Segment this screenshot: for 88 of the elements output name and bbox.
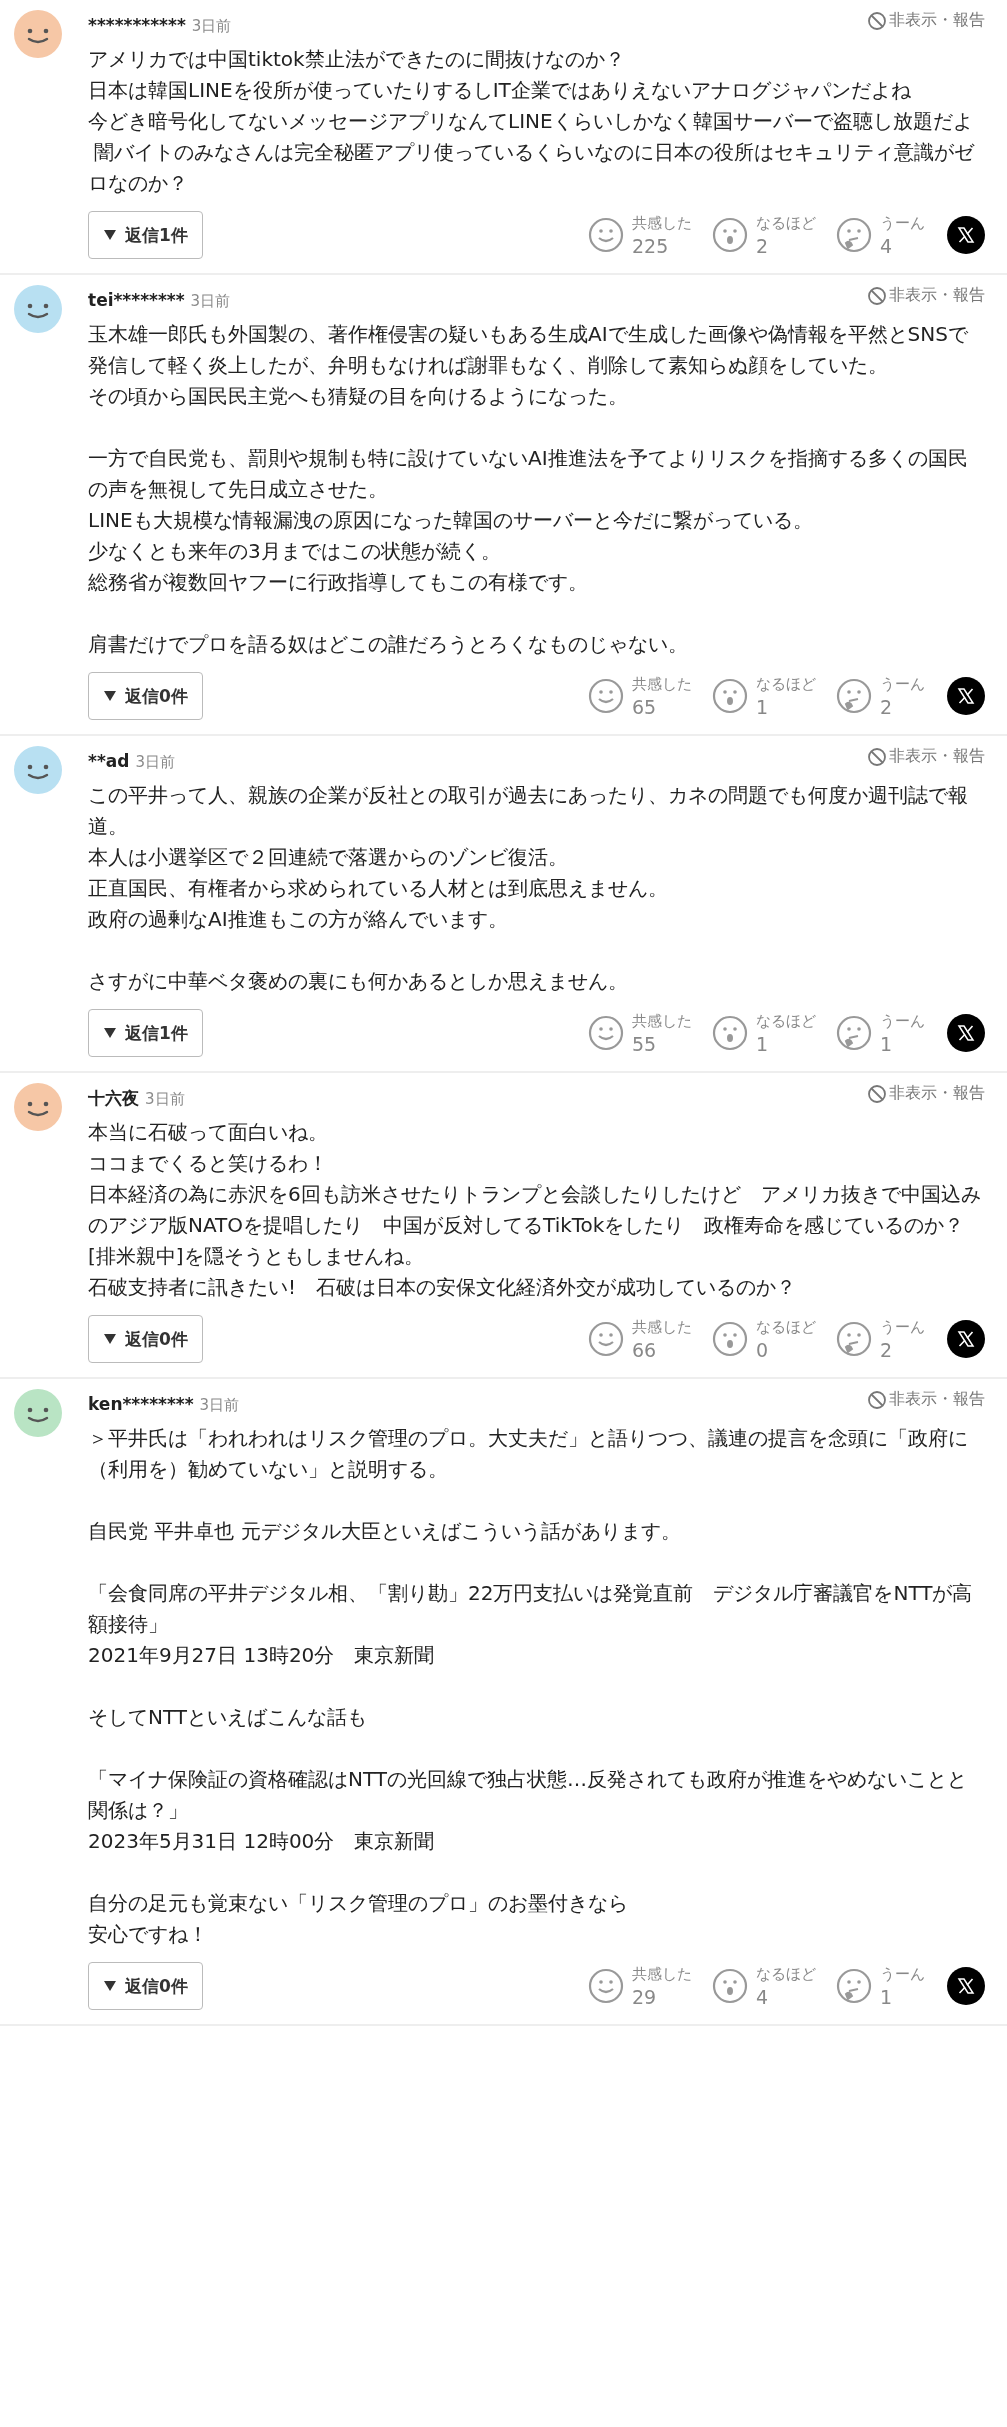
caret-icon — [103, 1980, 117, 1992]
replies-button[interactable]: 返信1件 — [88, 1009, 203, 1057]
x-logo-icon — [957, 1330, 975, 1348]
hide-report-link[interactable]: 非表示・報告 — [867, 285, 985, 306]
reaction-button[interactable]: うーん 4 — [836, 212, 925, 258]
comment-text: さすがに中華ベタ褒めの裏にも何かあるとしか思えません。 — [88, 968, 629, 995]
caret-icon — [103, 690, 117, 702]
reaction-button[interactable]: なるほど 2 — [712, 212, 816, 258]
share-x-button[interactable] — [947, 1014, 985, 1052]
comment-text: 「会食同席の平井デジタル相、「割り勘」22万円支払いは発覚直前 デジタル庁審議官をNTTが高額接待」 2021年9月27日 13時20分 東京新聞 — [88, 1580, 974, 1669]
surprised-face-icon — [712, 1321, 748, 1357]
hide-report-link[interactable]: 非表示・報告 — [867, 1389, 985, 1410]
reaction-button[interactable]: うーん 1 — [836, 1010, 925, 1056]
x-logo-icon — [957, 687, 975, 705]
post-time: 3日前 — [135, 752, 175, 772]
comment-text: この平井って人、親族の企業が反社との取引が過去にあったり、カネの問題でも何度か週刊誌で報道。 本人は小選挙区で２回連続で落選からのゾンビ復活。 正直国民、有権者から求められている人材とは到底思えません。 政府の過剰なAI推進もこの方が絡んでいます。 — [88, 782, 969, 933]
comment-text: ＞平井氏は「われわれはリスク管理のプロ。大丈夫だ」と語りつつ、議連の提言を念頭に「政府に（利用を）勧めていない」と説明する。 — [88, 1425, 969, 1483]
reaction-button[interactable]: 共感した 225 — [588, 212, 692, 258]
replies-button[interactable]: 返信0件 — [88, 1315, 203, 1363]
smile-face-icon — [588, 678, 624, 714]
replies-button[interactable]: 返信0件 — [88, 672, 203, 720]
username: **ad — [88, 750, 130, 771]
post-time: 3日前 — [191, 16, 232, 36]
hide-icon — [867, 746, 887, 767]
reaction-button[interactable]: なるほど 4 — [712, 1963, 816, 2009]
caret-icon — [103, 1027, 117, 1039]
smile-face-icon — [588, 217, 624, 253]
post-time: 3日前 — [190, 291, 231, 311]
comment-text: 本当に石破って面白いね。 ココまでくると笑けるわ！ 日本経済の為に赤沢を6回も訪米させたりトランプと会談したりしたけど アメリカ抜きで中国込みのアジア版NATOを提唱したり 中国が反対してるTikTokをしたり 政権寿命を感じているのか？[排米親中]を隠そうともしませんね。 石破支持者に訊きたい! 石破は日本の安保文化経済外交が成功しているのか？ — [88, 1119, 982, 1301]
reaction-button[interactable]: うーん 2 — [836, 1316, 925, 1362]
comment-text: 一方で自民党も、罰則や規制も特に設けていないAI推進法を予てよりリスクを指摘する多くの国民の声を無視して先日成立させた。 LINEも大規模な情報漏洩の原因になった韓国のサーバーと今だに繋がっている。 少なくとも来年の3月まではこの状態が続く。 総務省が複数回ヤフーに行政指導してもこの有様です。 — [88, 445, 969, 596]
surprised-face-icon — [712, 1968, 748, 2004]
comment-text: 「マイナ保険証の資格確認はNTTの光回線で独占状態…反発されても政府が推進をやめないことと関係は？」 2023年5月31日 12時00分 東京新聞 — [88, 1766, 969, 1855]
comment-text: 自分の足元も覚束ない「リスク管理のプロ」のお墨付きなら 安心ですね！ — [88, 1890, 629, 1948]
surprised-face-icon — [712, 1015, 748, 1051]
surprised-face-icon — [712, 217, 748, 253]
avatar-icon — [14, 1389, 62, 1437]
thinking-face-icon — [836, 1321, 872, 1357]
hide-report-link[interactable]: 非表示・報告 — [867, 1083, 985, 1104]
hide-icon — [867, 10, 887, 31]
username: ken******** — [88, 1393, 194, 1414]
username: 十六夜 — [88, 1086, 139, 1110]
hide-report-link[interactable]: 非表示・報告 — [867, 746, 985, 767]
reaction-button[interactable]: なるほど 0 — [712, 1316, 816, 1362]
x-logo-icon — [957, 1024, 975, 1042]
post-time: 3日前 — [199, 1395, 240, 1415]
replies-button[interactable]: 返信0件 — [88, 1962, 203, 2010]
reaction-button[interactable]: なるほど 1 — [712, 1010, 816, 1056]
reaction-button[interactable]: 共感した 65 — [588, 673, 692, 719]
thinking-face-icon — [836, 217, 872, 253]
x-logo-icon — [957, 226, 975, 244]
thinking-face-icon — [836, 1015, 872, 1051]
reaction-button[interactable]: うーん 2 — [836, 673, 925, 719]
thinking-face-icon — [836, 678, 872, 714]
smile-face-icon — [588, 1968, 624, 2004]
share-x-button[interactable] — [947, 1320, 985, 1358]
hide-report-link[interactable]: 非表示・報告 — [867, 10, 985, 31]
post-time: 3日前 — [145, 1089, 185, 1109]
x-logo-icon — [957, 1977, 975, 1995]
avatar-icon — [14, 10, 62, 58]
avatar-icon — [14, 285, 62, 333]
comment-text: そしてNTTといえばこんな話も — [88, 1704, 369, 1731]
username: *********** — [88, 14, 186, 35]
username: tei******** — [88, 289, 185, 310]
hide-icon — [867, 1389, 887, 1410]
avatar-icon — [14, 1083, 62, 1131]
surprised-face-icon — [712, 678, 748, 714]
reaction-button[interactable]: 共感した 29 — [588, 1963, 692, 2009]
comment-text: 自民党 平井卓也 元デジタル大臣といえばこういう話があります。 — [88, 1518, 682, 1545]
reaction-button[interactable]: 共感した 66 — [588, 1316, 692, 1362]
replies-button[interactable]: 返信1件 — [88, 211, 203, 259]
avatar-icon — [14, 746, 62, 794]
share-x-button[interactable] — [947, 677, 985, 715]
reaction-button[interactable]: うーん 1 — [836, 1963, 925, 2009]
hide-icon — [867, 1083, 887, 1104]
comment-text: 玉木雄一郎氏も外国製の、著作権侵害の疑いもある生成AIで生成した画像や偽情報を平然とSNSで発信して軽く炎上したが、弁明もなければ謝罪もなく、削除して素知らぬ顔をしていた。 その頃から国民民主党へも猜疑の目を向けるようになった。 — [88, 321, 969, 410]
smile-face-icon — [588, 1015, 624, 1051]
smile-face-icon — [588, 1321, 624, 1357]
hide-icon — [867, 285, 887, 306]
thinking-face-icon — [836, 1968, 872, 2004]
share-x-button[interactable] — [947, 216, 985, 254]
share-x-button[interactable] — [947, 1967, 985, 2005]
caret-icon — [103, 229, 117, 241]
reaction-button[interactable]: 共感した 55 — [588, 1010, 692, 1056]
comment-text: 肩書だけでプロを語る奴はどこの誰だろうとろくなものじゃない。 — [88, 631, 689, 658]
comment-text: アメリカでは中国tiktok禁止法ができたのに間抜けなのか？ 日本は韓国LINEを役所が使っていたりするしIT企業ではありえないアナログジャパンだよね 今どき暗号化してないメッセージアプリなんてLINEくらいしかなく韓国サーバーで盗聴し放題だよ 闇バイトのみなさんは完全秘匿アプリ使っているくらいなのに日本の役所はセキュリティ意識がゼロなのか？ — [88, 46, 976, 197]
caret-icon — [103, 1333, 117, 1345]
reaction-button[interactable]: なるほど 1 — [712, 673, 816, 719]
